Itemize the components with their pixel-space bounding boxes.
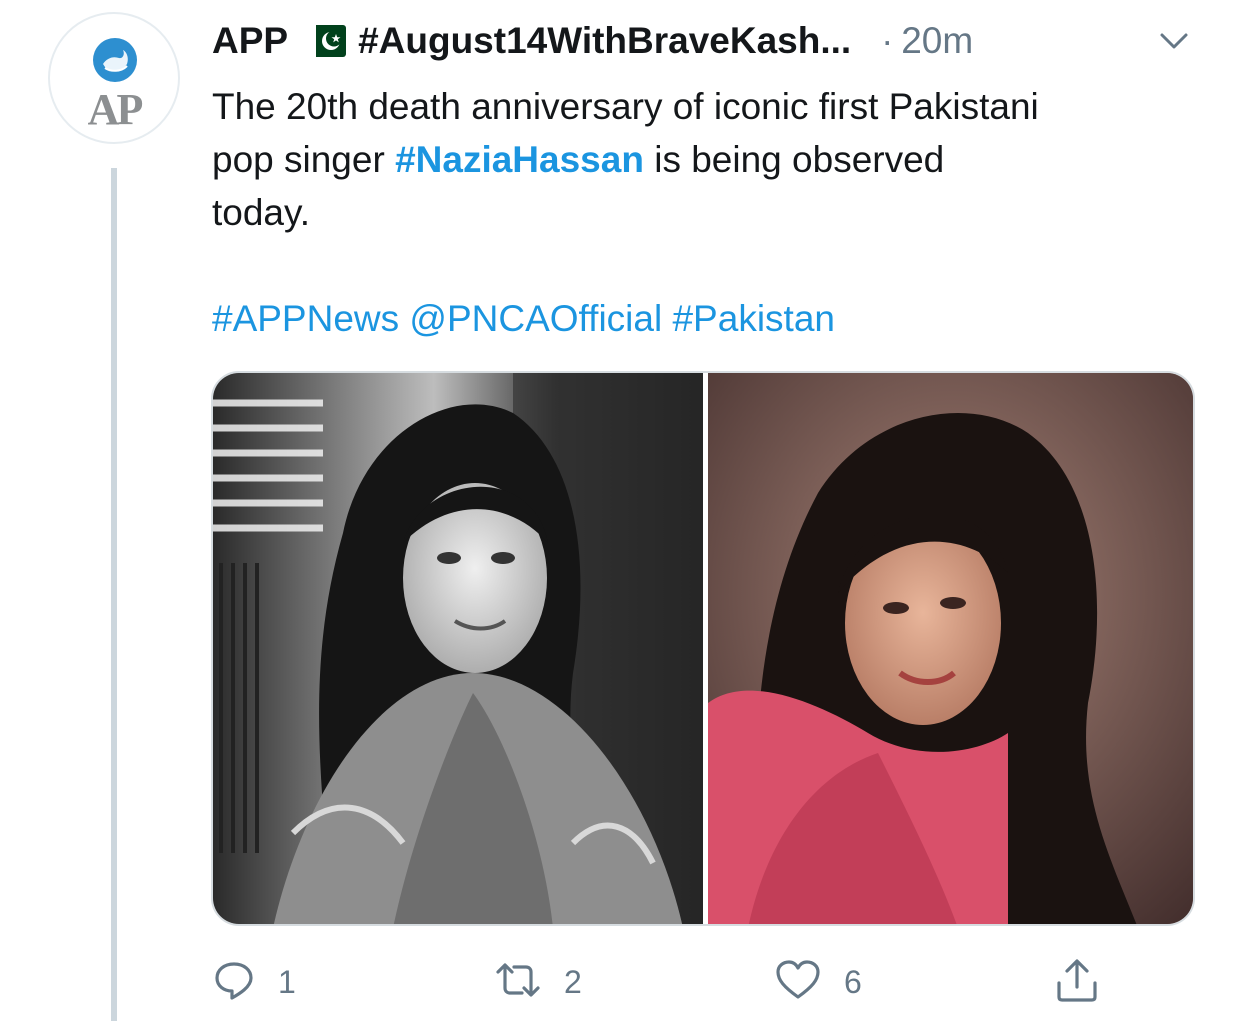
separator-dot: · — [881, 20, 894, 61]
bw-portrait-image — [213, 373, 703, 924]
author-name[interactable]: APP — [212, 20, 288, 62]
reply-icon — [212, 958, 256, 1007]
app-logo-letters: AP — [87, 85, 144, 134]
text-segment: is being observed — [643, 139, 945, 180]
mention-link-pncaofficial[interactable]: @PNCAOfficial — [409, 298, 662, 339]
tweet-media — [211, 371, 1195, 926]
retweet-count: 2 — [564, 963, 582, 1000]
author-handle[interactable]: #August14WithBraveKash... — [358, 20, 851, 62]
tweet-text: The 20th death anniversary of iconic fir… — [212, 80, 1212, 345]
color-portrait-image — [707, 373, 1193, 924]
heart-icon — [774, 958, 822, 1007]
tags-line: #APPNews @PNCAOfficial #Pakistan — [212, 292, 1212, 345]
tweet-text-line-3: today. — [212, 192, 311, 233]
like-count: 6 — [844, 963, 862, 1000]
hashtag-link-pakistan[interactable]: #Pakistan — [672, 298, 835, 339]
app-logo-globe-icon — [93, 38, 137, 82]
reply-button[interactable]: 1 — [212, 952, 296, 1012]
media-photo-left[interactable] — [213, 373, 703, 924]
hashtag-link-naziahassan[interactable]: #NaziaHassan — [395, 139, 644, 180]
tweet-actions: 1 2 6 — [212, 952, 1212, 1012]
media-photo-right[interactable] — [707, 373, 1193, 924]
tweet-header: APP #August14WithBraveKash... · 20m — [212, 18, 1212, 64]
timestamp[interactable]: 20m — [901, 20, 973, 62]
author-avatar[interactable]: AP — [48, 12, 180, 144]
reply-count: 1 — [278, 963, 296, 1000]
thread-line — [111, 168, 117, 1021]
hashtag-link-appnews[interactable]: #APPNews — [212, 298, 399, 339]
chevron-down-icon[interactable] — [1156, 26, 1192, 56]
retweet-icon — [494, 958, 542, 1007]
share-icon — [1054, 957, 1100, 1008]
pakistan-flag-icon — [306, 25, 347, 57]
tweet-text-line-2: pop singer #NaziaHassan is being observe… — [212, 133, 1212, 186]
like-button[interactable]: 6 — [774, 952, 862, 1012]
tweet-text-line-1: The 20th death anniversary of iconic fir… — [212, 86, 1039, 127]
retweet-button[interactable]: 2 — [494, 952, 582, 1012]
share-button[interactable] — [1054, 952, 1100, 1012]
text-segment: pop singer — [212, 139, 396, 180]
